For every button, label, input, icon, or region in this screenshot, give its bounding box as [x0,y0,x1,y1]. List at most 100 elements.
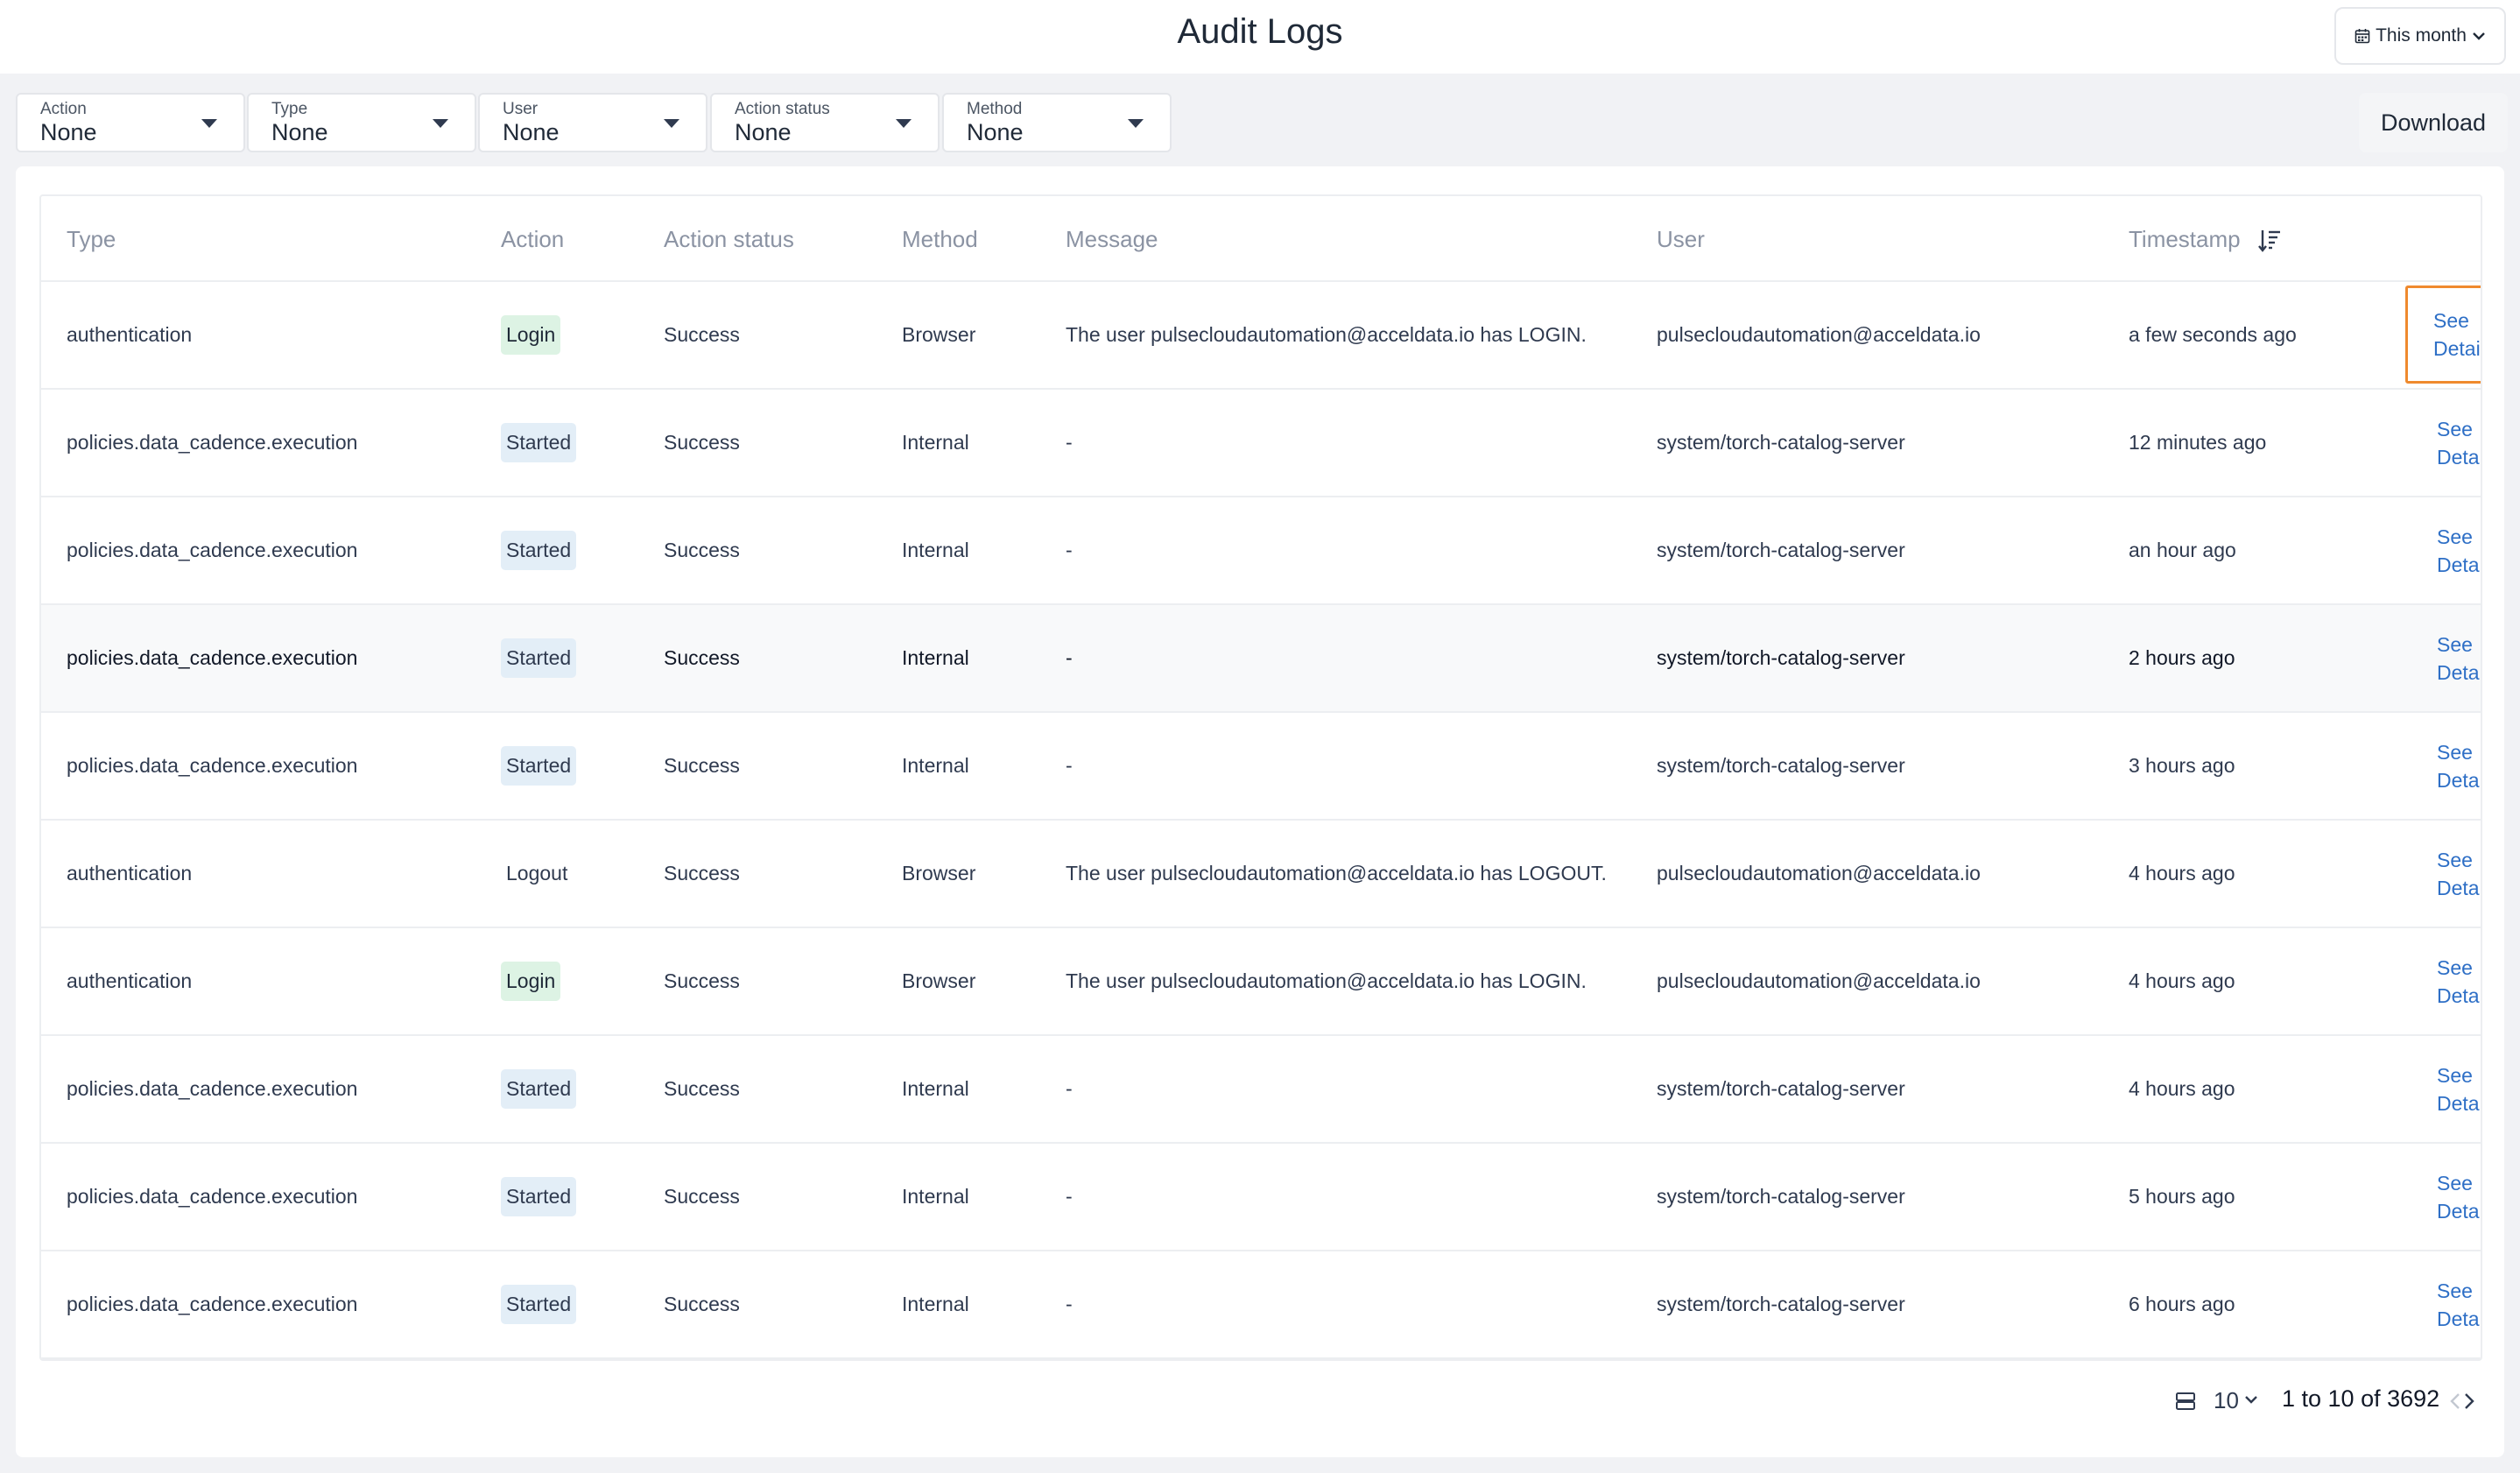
table-row[interactable]: policies.data_cadence.execution Started Su… [41,605,2481,713]
action-badge: Started [501,638,577,678]
table-row[interactable]: authentication Login Success Browser The use… [41,928,2481,1036]
cell-user: system/torch-catalog-server [1657,1185,1905,1208]
cell-action-status: Success [664,1185,740,1208]
filter-label: Action [40,100,87,118]
action-badge: Started [501,423,577,462]
chevron-right-icon[interactable] [2462,1391,2476,1412]
cell-action-status: Success [664,969,740,992]
see-details-link[interactable]: See Details [2414,928,2482,1034]
cell-timestamp: 5 hours ago [2129,1185,2235,1208]
cell-user: system/torch-catalog-server [1657,431,1905,454]
cell-type: policies.data_cadence.execution [67,1293,358,1315]
cell-user: system/torch-catalog-server [1657,1293,1905,1315]
filter-type[interactable]: Type None [247,93,476,152]
sort-descending-icon[interactable] [2257,228,2282,254]
page-title: Audit Logs [1177,12,1343,51]
date-range-button[interactable]: This month [2334,7,2506,65]
see-details-link[interactable]: See Details [2405,285,2481,384]
see-details-label: See Details [2414,1169,2481,1225]
table-row[interactable]: policies.data_cadence.execution Started Su… [41,1036,2481,1144]
see-details-link[interactable]: See Details [2414,1036,2481,1142]
action-badge: Started [501,1177,577,1216]
filter-action-status[interactable]: Action status None [710,93,940,152]
cell-message: - [1066,539,1073,561]
cell-timestamp: 4 hours ago [2129,862,2235,885]
filter-method[interactable]: Method None [942,93,1172,152]
see-details-link[interactable]: See Details [2414,1251,2481,1357]
cell-type: policies.data_cadence.execution [67,431,358,454]
see-details-line-1: See [2437,848,2473,871]
chevron-down-icon[interactable] [2244,1394,2258,1405]
cell-method: Internal [902,1077,969,1100]
see-details-link[interactable]: See Details [2414,1144,2481,1250]
chevron-left-icon[interactable] [2448,1391,2462,1412]
cell-action-status: Success [664,539,740,561]
caret-down-icon [433,119,448,128]
see-details-line-2: Details [2437,983,2482,1007]
cell-method: Browser [902,323,976,346]
cell-method: Internal [902,431,969,454]
table-row[interactable]: policies.data_cadence.execution Started Su… [41,1251,2481,1359]
column-header-method[interactable]: Method [902,226,978,253]
cell-timestamp: 4 hours ago [2129,969,2235,992]
table-row[interactable]: policies.data_cadence.execution Started Su… [41,497,2481,605]
download-button[interactable]: Download [2359,93,2508,152]
column-header-type[interactable]: Type [67,226,116,253]
see-details-line-2: Details [2433,337,2481,360]
see-details-link[interactable]: See Details [2414,713,2482,819]
cell-type: policies.data_cadence.execution [67,646,358,669]
cell-timestamp: a few seconds ago [2129,323,2297,346]
cell-action: Started [501,497,577,603]
see-details-line-1: See [2437,1279,2473,1302]
table-row[interactable]: authentication Login Success Browser The use… [41,282,2481,390]
see-details-line-2: Details [2437,660,2482,684]
see-details-line-1: See [2437,525,2473,548]
see-details-line-2: Details [2437,553,2482,576]
see-details-label: See Details [2414,415,2481,471]
see-details-label: See Details [2414,1277,2481,1333]
see-details-line-1: See [2433,309,2469,332]
table-row[interactable]: authentication Logout Success Browser The us… [41,821,2481,928]
table-row[interactable]: policies.data_cadence.execution Started Su… [41,713,2481,821]
cell-user: system/torch-catalog-server [1657,1077,1905,1100]
see-details-link[interactable]: See Details [2414,605,2482,711]
cell-action: Started [501,1144,577,1250]
table-row[interactable]: policies.data_cadence.execution Started Su… [41,1144,2481,1251]
cell-type: policies.data_cadence.execution [67,1077,358,1100]
action-badge: Started [501,1069,577,1109]
filter-value: None [503,119,560,145]
see-details-line-1: See [2437,1171,2473,1195]
page-size-select[interactable]: 10 [2214,1387,2239,1414]
see-details-link[interactable]: See Details [2414,821,2482,927]
audit-log-card: Type Action Action status Method Message… [16,166,2504,1457]
cell-user: pulsecloudautomation@acceldata.io [1657,969,1981,992]
filter-action[interactable]: Action None [16,93,245,152]
cell-action-status: Success [664,431,740,454]
column-header-action[interactable]: Action [501,226,564,253]
see-details-link[interactable]: See Details [2414,497,2482,603]
column-header-timestamp[interactable]: Timestamp [2129,226,2282,254]
cell-timestamp: an hour ago [2129,539,2236,561]
cell-action: Started [501,605,577,711]
action-badge: Login [501,962,561,1001]
see-details-line-2: Details [2437,876,2482,899]
column-header-user[interactable]: User [1657,226,1705,253]
table-header: Type Action Action status Method Message… [41,196,2481,282]
cell-method: Browser [902,862,976,885]
cell-message: The user pulsecloudautomation@acceldata.… [1066,862,1607,885]
audit-log-table: Type Action Action status Method Message… [39,194,2482,1361]
cell-action: Started [501,390,577,496]
table-row[interactable]: policies.data_cadence.execution Started Su… [41,390,2481,497]
see-details-link[interactable]: See Details [2414,390,2481,496]
filter-user[interactable]: User None [478,93,707,152]
column-header-message[interactable]: Message [1066,226,1158,253]
cell-action: Started [501,1036,577,1142]
caret-down-icon [664,119,679,128]
cell-message: - [1066,1077,1073,1100]
see-details-line-2: Details [2437,768,2482,792]
calendar-icon [2355,29,2370,44]
see-details-label: See Details [2414,523,2482,579]
see-details-label: See Details [2414,846,2482,902]
cell-message: - [1066,1293,1073,1315]
column-header-action-status[interactable]: Action status [664,226,794,253]
